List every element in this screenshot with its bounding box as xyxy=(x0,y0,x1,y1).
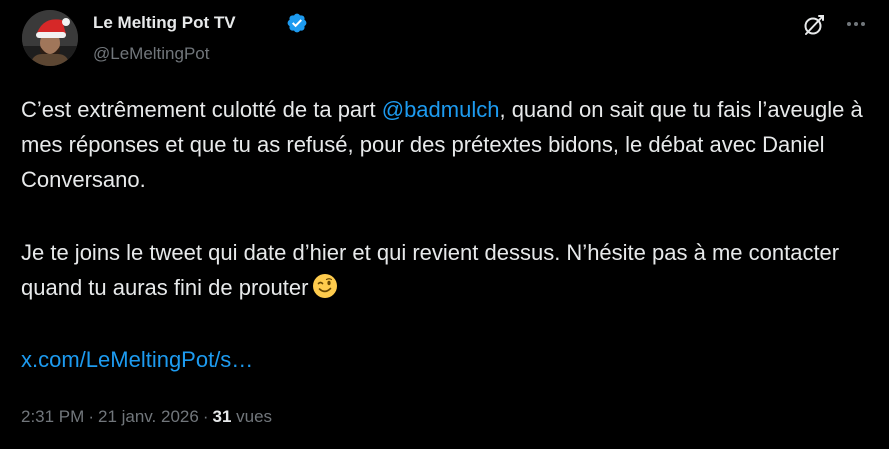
author-name[interactable]: Le Melting Pot TV xyxy=(93,13,236,33)
tweet-text-prefix: C’est extrêmement culotté de ta part xyxy=(21,97,382,122)
tweet-meta: 2:31 PM · 21 janv. 2026 · 31 vues xyxy=(21,407,272,427)
meta-separator: · xyxy=(88,407,94,426)
tweet-link[interactable]: x.com/LeMeltingPot/s… xyxy=(21,342,253,377)
mention-link[interactable]: @badmulch xyxy=(382,97,500,122)
tweet-paragraph-2-text: Je te joins le tweet qui date d’hier et … xyxy=(21,240,840,300)
more-icon[interactable] xyxy=(844,14,868,34)
tweet-time[interactable]: 2:31 PM xyxy=(21,407,84,426)
views-count[interactable]: 31 xyxy=(212,407,231,426)
tweet-paragraph-2-wrapper: Je te joins le tweet qui date d’hier et … xyxy=(21,235,871,305)
meta-separator: · xyxy=(202,407,209,426)
avatar[interactable] xyxy=(22,10,78,66)
tweet-paragraph-2: Je te joins le tweet qui date d’hier et … xyxy=(21,235,871,305)
verified-badge-icon xyxy=(287,13,307,33)
tweet-paragraph-1: C’est extrêmement culotté de ta part @ba… xyxy=(21,92,871,197)
tweet-date[interactable]: 21 janv. 2026 xyxy=(98,407,199,426)
grok-icon[interactable] xyxy=(802,13,826,37)
tweet-text: C’est extrêmement culotté de ta part @ba… xyxy=(21,92,871,197)
winking-face-emoji-icon xyxy=(313,274,338,298)
avatar-image xyxy=(22,10,78,66)
author-handle[interactable]: @LeMeltingPot xyxy=(93,44,210,64)
views-label: vues xyxy=(236,407,273,426)
